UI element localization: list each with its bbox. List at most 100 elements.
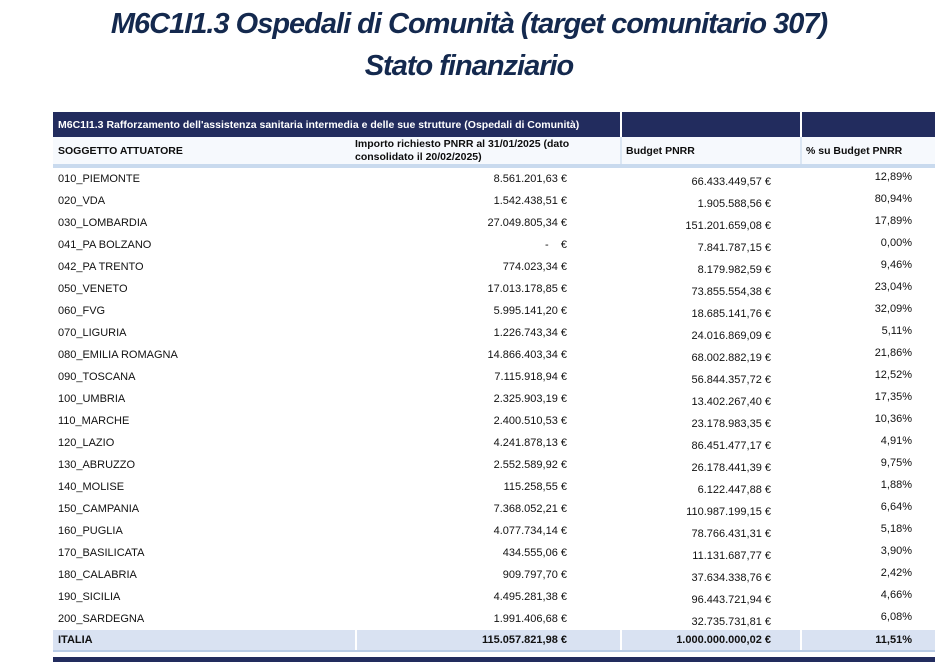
table-banner: M6C1I1.3 Rafforzamento dell'assistenza s… (53, 112, 935, 137)
region-cell: 180_CALABRIA (53, 569, 355, 581)
region-cell: 020_VDA (53, 195, 355, 207)
region-cell: 100_UMBRIA (53, 393, 355, 405)
pct-cell: 5,11% (800, 325, 935, 337)
pct-cell: 12,89% (800, 171, 935, 183)
importo-cell: 5.995.141,20 € (355, 305, 620, 317)
region-cell: 190_SICILIA (53, 591, 355, 603)
region-cell: 200_SARDEGNA (53, 613, 355, 625)
table-row: 050_VENETO17.013.178,85 €73.855.554,38 €… (53, 278, 935, 300)
pct-cell: 9,75% (800, 457, 935, 469)
region-cell: 041_PA BOLZANO (53, 239, 355, 251)
importo-cell: 7.115.918,94 € (355, 371, 620, 383)
budget-cell: 6.122.447,88 € (620, 484, 800, 496)
pct-cell: 2,42% (800, 567, 935, 579)
table-row: 190_SICILIA4.495.281,38 €96.443.721,94 €… (53, 586, 935, 608)
region-cell: 080_EMILIA ROMAGNA (53, 349, 355, 361)
importo-cell: 1.991.406,68 € (355, 613, 620, 625)
importo-cell: 2.400.510,53 € (355, 415, 620, 427)
table-row: 140_MOLISE115.258,55 €6.122.447,88 €1,88… (53, 476, 935, 498)
table-row: 042_PA TRENTO774.023,34 €8.179.982,59 €9… (53, 256, 935, 278)
pct-cell: 0,00% (800, 237, 935, 249)
budget-cell: 110.987.199,15 € (620, 506, 800, 518)
budget-cell: 37.634.338,76 € (620, 572, 800, 584)
table-row: 080_EMILIA ROMAGNA14.866.403,34 €68.002.… (53, 344, 935, 366)
region-cell: 110_MARCHE (53, 415, 355, 427)
pct-cell: 80,94% (800, 193, 935, 205)
pct-cell: 6,08% (800, 611, 935, 623)
region-cell: 090_TOSCANA (53, 371, 355, 383)
table-row: 070_LIGURIA1.226.743,34 €24.016.869,09 €… (53, 322, 935, 344)
table-row: 030_LOMBARDIA27.049.805,34 €151.201.659,… (53, 212, 935, 234)
page-title-line1: M6C1I1.3 Ospedali di Comunità (target co… (0, 3, 938, 45)
importo-cell: 27.049.805,34 € (355, 217, 620, 229)
budget-cell: 7.841.787,15 € (620, 242, 800, 254)
table-header-row: SOGGETTO ATTUATORE Importo richiesto PNR… (53, 137, 935, 168)
total-region-cell: ITALIA (53, 630, 355, 650)
pct-cell: 23,04% (800, 281, 935, 293)
table-row: 170_BASILICATA434.555,06 €11.131.687,77 … (53, 542, 935, 564)
importo-cell: 1.226.743,34 € (355, 327, 620, 339)
region-cell: 030_LOMBARDIA (53, 217, 355, 229)
budget-cell: 1.905.588,56 € (620, 198, 800, 210)
importo-cell: 4.241.878,13 € (355, 437, 620, 449)
table-row: 180_CALABRIA909.797,70 €37.634.338,76 €2… (53, 564, 935, 586)
table-row: 160_PUGLIA4.077.734,14 €78.766.431,31 €5… (53, 520, 935, 542)
importo-cell: 909.797,70 € (355, 569, 620, 581)
budget-cell: 151.201.659,08 € (620, 220, 800, 232)
pct-cell: 21,86% (800, 347, 935, 359)
pct-cell: 5,18% (800, 523, 935, 535)
region-cell: 010_PIEMONTE (53, 173, 355, 185)
table-row: 020_VDA1.542.438,51 €1.905.588,56 €80,94… (53, 190, 935, 212)
column-header-percent: % su Budget PNRR (800, 137, 935, 164)
importo-cell: 14.866.403,34 € (355, 349, 620, 361)
pct-cell: 17,35% (800, 391, 935, 403)
page-title-line2: Stato finanziario (0, 45, 938, 87)
financial-table: M6C1I1.3 Rafforzamento dell'assistenza s… (53, 112, 935, 662)
pct-cell: 6,64% (800, 501, 935, 513)
pct-cell: 4,66% (800, 589, 935, 601)
table-banner-empty-cell (620, 112, 800, 137)
table-banner-title: M6C1I1.3 Rafforzamento dell'assistenza s… (53, 112, 620, 137)
region-cell: 160_PUGLIA (53, 525, 355, 537)
bottom-divider-bar (53, 657, 935, 662)
budget-cell: 96.443.721,94 € (620, 594, 800, 606)
importo-cell: 7.368.052,21 € (355, 503, 620, 515)
importo-cell: 8.561.201,63 € (355, 173, 620, 185)
table-row: 120_LAZIO4.241.878,13 €86.451.477,17 €4,… (53, 432, 935, 454)
total-pct-cell: 11,51% (800, 630, 935, 650)
pct-cell: 10,36% (800, 413, 935, 425)
importo-cell: 2.325.903,19 € (355, 393, 620, 405)
budget-cell: 24.016.869,09 € (620, 330, 800, 342)
importo-cell: 1.542.438,51 € (355, 195, 620, 207)
table-row: 150_CAMPANIA7.368.052,21 €110.987.199,15… (53, 498, 935, 520)
budget-cell: 23.178.983,35 € (620, 418, 800, 430)
budget-cell: 68.002.882,19 € (620, 352, 800, 364)
importo-cell: 4.495.281,38 € (355, 591, 620, 603)
table-row: 130_ABRUZZO2.552.589,92 €26.178.441,39 €… (53, 454, 935, 476)
column-header-budget: Budget PNRR (620, 137, 800, 164)
pct-cell: 17,89% (800, 215, 935, 227)
region-cell: 140_MOLISE (53, 481, 355, 493)
pct-cell: 32,09% (800, 303, 935, 315)
table-row: 200_SARDEGNA1.991.406,68 €32.735.731,81 … (53, 608, 935, 630)
table-banner-empty-cell (800, 112, 935, 137)
budget-cell: 78.766.431,31 € (620, 528, 800, 540)
total-budget-cell: 1.000.000.000,02 € (620, 630, 800, 650)
budget-cell: 73.855.554,38 € (620, 286, 800, 298)
budget-cell: 32.735.731,81 € (620, 616, 800, 628)
budget-cell: 86.451.477,17 € (620, 440, 800, 452)
page-title: M6C1I1.3 Ospedali di Comunità (target co… (0, 0, 938, 87)
budget-cell: 66.433.449,57 € (620, 176, 800, 188)
pct-cell: 4,91% (800, 435, 935, 447)
budget-cell: 56.844.357,72 € (620, 374, 800, 386)
importo-cell: 115.258,55 € (355, 481, 620, 493)
pct-cell: 12,52% (800, 369, 935, 381)
importo-cell: 2.552.589,92 € (355, 459, 620, 471)
pct-cell: 9,46% (800, 259, 935, 271)
pct-cell: 3,90% (800, 545, 935, 557)
table-row: 090_TOSCANA7.115.918,94 €56.844.357,72 €… (53, 366, 935, 388)
budget-cell: 8.179.982,59 € (620, 264, 800, 276)
importo-cell: 434.555,06 € (355, 547, 620, 559)
importo-cell: 17.013.178,85 € (355, 283, 620, 295)
budget-cell: 13.402.267,40 € (620, 396, 800, 408)
